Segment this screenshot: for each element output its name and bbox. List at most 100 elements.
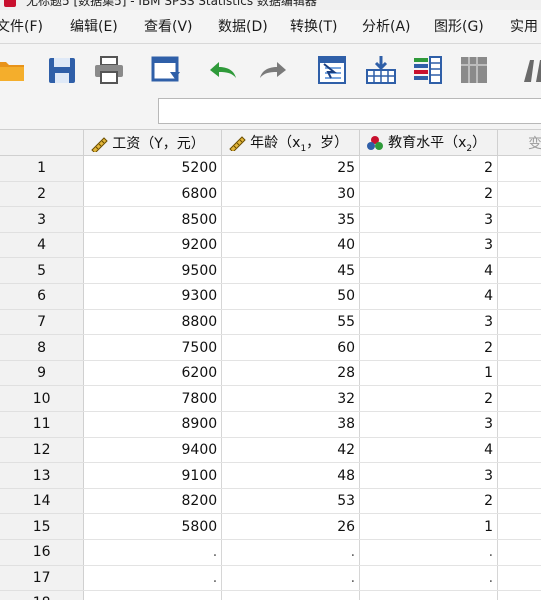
row-number[interactable]: 6: [0, 283, 85, 310]
data-cell[interactable]: 9200: [83, 232, 223, 259]
data-cell[interactable]: [221, 590, 361, 600]
data-cell[interactable]: 50: [221, 283, 361, 310]
data-cell-empty[interactable]: [497, 360, 541, 387]
menu-utilities[interactable]: 实用: [510, 10, 538, 43]
data-cell[interactable]: 4: [359, 283, 499, 310]
data-cell[interactable]: [359, 590, 499, 600]
data-cell[interactable]: 3: [359, 309, 499, 336]
data-cell[interactable]: .: [221, 565, 361, 592]
column-header-wage[interactable]: 工资（Y，元）: [83, 130, 223, 157]
menu-transform[interactable]: 转换(T): [290, 10, 337, 43]
data-cell[interactable]: 60: [221, 334, 361, 361]
data-cell[interactable]: 8800: [83, 309, 223, 336]
row-number[interactable]: 5: [0, 257, 85, 285]
data-cell[interactable]: 35: [221, 206, 361, 233]
data-cell-empty[interactable]: [497, 181, 541, 208]
data-cell[interactable]: 5800: [83, 513, 223, 540]
data-cell[interactable]: 4: [359, 437, 499, 464]
data-cell[interactable]: 45: [221, 257, 361, 285]
split-file-icon[interactable]: [458, 54, 492, 86]
row-number[interactable]: 18: [0, 590, 85, 600]
row-number[interactable]: 4: [0, 232, 85, 259]
menu-data[interactable]: 数据(D): [218, 10, 268, 43]
menu-analyze[interactable]: 分析(A): [362, 10, 411, 43]
data-cell-empty[interactable]: [497, 257, 541, 285]
data-cell[interactable]: .: [359, 539, 499, 566]
column-header-education[interactable]: 教育水平（x2）: [359, 130, 499, 157]
row-number[interactable]: 13: [0, 462, 85, 489]
data-cell[interactable]: 9400: [83, 437, 223, 464]
data-cell-empty[interactable]: [497, 411, 541, 438]
data-cell-empty[interactable]: [497, 565, 541, 592]
menu-view[interactable]: 查看(V): [144, 10, 193, 43]
data-cell-empty[interactable]: [497, 539, 541, 566]
data-cell-empty[interactable]: [497, 513, 541, 540]
print-icon[interactable]: [92, 54, 126, 86]
data-cell[interactable]: 2: [359, 181, 499, 208]
data-cell[interactable]: 4: [359, 257, 499, 285]
data-cell[interactable]: 7800: [83, 385, 223, 413]
data-cell-empty[interactable]: [497, 590, 541, 600]
data-cell[interactable]: 6800: [83, 181, 223, 208]
row-number[interactable]: 15: [0, 513, 85, 540]
data-cell[interactable]: 8200: [83, 488, 223, 515]
variables-icon[interactable]: [410, 54, 444, 86]
row-number[interactable]: 10: [0, 385, 85, 413]
data-cell-empty[interactable]: [497, 283, 541, 310]
column-header-empty-var[interactable]: 变: [497, 130, 541, 157]
undo-icon[interactable]: [206, 54, 240, 86]
data-cell[interactable]: 1: [359, 513, 499, 540]
data-cell[interactable]: 28: [221, 360, 361, 387]
row-number[interactable]: 17: [0, 565, 85, 592]
data-cell-empty[interactable]: [497, 488, 541, 515]
column-header-age[interactable]: 年龄（x1，岁）: [221, 130, 361, 157]
row-number[interactable]: 7: [0, 309, 85, 336]
data-cell[interactable]: [83, 590, 223, 600]
data-cell[interactable]: 42: [221, 437, 361, 464]
row-number[interactable]: 12: [0, 437, 85, 464]
data-cell-empty[interactable]: [497, 232, 541, 259]
goto-case-icon[interactable]: [316, 54, 350, 86]
data-cell[interactable]: 8900: [83, 411, 223, 438]
row-number[interactable]: 8: [0, 334, 85, 361]
data-cell[interactable]: 38: [221, 411, 361, 438]
data-cell-empty[interactable]: [497, 155, 541, 182]
open-folder-icon[interactable]: [0, 54, 28, 86]
row-number[interactable]: 9: [0, 360, 85, 387]
row-number[interactable]: 2: [0, 181, 85, 208]
row-number[interactable]: 14: [0, 488, 85, 515]
data-cell[interactable]: 7500: [83, 334, 223, 361]
data-cell[interactable]: 3: [359, 232, 499, 259]
data-cell[interactable]: 48: [221, 462, 361, 489]
row-number[interactable]: 1: [0, 155, 85, 182]
data-cell[interactable]: 1: [359, 360, 499, 387]
data-cell[interactable]: .: [359, 565, 499, 592]
data-cell-empty[interactable]: [497, 309, 541, 336]
data-cell[interactable]: 32: [221, 385, 361, 413]
data-cell[interactable]: 6200: [83, 360, 223, 387]
data-cell[interactable]: 3: [359, 462, 499, 489]
row-number[interactable]: 3: [0, 206, 85, 233]
data-cell[interactable]: 3: [359, 206, 499, 233]
data-cell-empty[interactable]: [497, 206, 541, 233]
data-cell[interactable]: 2: [359, 385, 499, 413]
data-cell-empty[interactable]: [497, 385, 541, 413]
data-cell[interactable]: 30: [221, 181, 361, 208]
data-cell[interactable]: 25: [221, 155, 361, 182]
goto-variable-icon[interactable]: [364, 54, 398, 86]
data-cell[interactable]: 9100: [83, 462, 223, 489]
cell-value-editor[interactable]: [158, 98, 541, 124]
row-number[interactable]: 11: [0, 411, 85, 438]
data-cell-empty[interactable]: [497, 462, 541, 489]
weight-cases-icon[interactable]: [520, 54, 541, 86]
data-cell[interactable]: 55: [221, 309, 361, 336]
data-cell[interactable]: 40: [221, 232, 361, 259]
data-cell[interactable]: 9500: [83, 257, 223, 285]
data-cell[interactable]: 9300: [83, 283, 223, 310]
data-cell[interactable]: 3: [359, 411, 499, 438]
data-cell[interactable]: .: [83, 565, 223, 592]
data-cell[interactable]: 8500: [83, 206, 223, 233]
menu-file[interactable]: 文件(F): [0, 10, 43, 43]
recall-dialog-icon[interactable]: [150, 54, 184, 86]
save-icon[interactable]: [46, 54, 80, 86]
